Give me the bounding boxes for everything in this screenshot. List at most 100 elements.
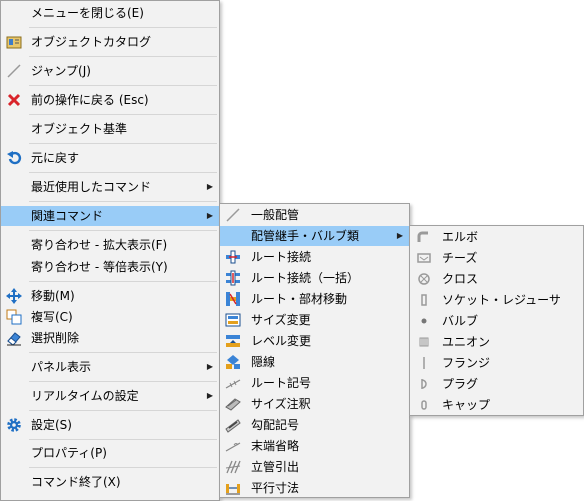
menu-item-riser-lead[interactable]: 立管引出: [220, 457, 409, 477]
menu-separator: [29, 27, 217, 28]
menu-item-elbow[interactable]: エルボ: [410, 227, 583, 247]
menu-item-label: ジャンプ(J): [31, 64, 91, 78]
menu-item-socket-reducer[interactable]: ソケット・レジューサ: [410, 290, 583, 310]
fittings-valves-submenu: エルボ チーズ クロス ソケット・レジューサ バルブ ユニオン フランジ プラグ…: [409, 225, 584, 416]
level-change-icon: [225, 333, 241, 349]
menu-item-label: オブジェクトカタログ: [31, 35, 152, 49]
menu-item-label: サイズ変更: [251, 313, 311, 327]
menu-item-general-pipe[interactable]: 一般配管: [220, 205, 409, 225]
menu-item-label: プラグ: [442, 377, 479, 391]
menu-item-valve[interactable]: バルブ: [410, 311, 583, 331]
menu-item-parallel-dimension[interactable]: 平行寸法: [220, 478, 409, 498]
menu-item-label: レベル変更: [251, 334, 312, 348]
catalog-icon: [6, 34, 22, 50]
valve-icon: [416, 313, 432, 329]
menu-separator: [29, 85, 217, 86]
submenu-arrow-icon: ▶: [396, 231, 403, 240]
menu-item-label: フランジ: [442, 356, 491, 370]
menu-item-jump[interactable]: ジャンプ(J): [1, 61, 219, 81]
menu-item-zoom-fit-enlarge[interactable]: 寄り合わせ - 拡大表示(F): [1, 235, 219, 255]
copy-icon: [6, 309, 22, 325]
submenu-arrow-icon: ▶: [206, 182, 213, 191]
menu-item-tee[interactable]: チーズ: [410, 248, 583, 268]
menu-item-realtime-settings[interactable]: リアルタイムの設定 ▶: [1, 386, 219, 406]
tee-icon: [416, 250, 432, 266]
move-icon: [6, 288, 22, 304]
menu-item-move[interactable]: 移動(M): [1, 286, 219, 306]
route-connect-batch-icon: [225, 270, 241, 286]
menu-item-label: メニューを閉じる(E): [31, 6, 144, 20]
undo-icon: [6, 150, 22, 166]
menu-item-properties[interactable]: プロパティ(P): [1, 443, 219, 463]
menu-separator: [29, 352, 217, 353]
parallel-dimension-icon: [225, 480, 241, 496]
menu-item-recent-commands[interactable]: 最近使用したコマンド ▶: [1, 177, 219, 197]
menu-item-label: 設定(S): [31, 418, 72, 432]
menu-item-label: パネル表示: [31, 360, 92, 374]
menu-item-label: ルート接続（一括）: [251, 271, 360, 285]
menu-item-delete-selection[interactable]: 選択削除: [1, 328, 219, 348]
menu-item-route-connect-batch[interactable]: ルート接続（一括）: [220, 268, 409, 288]
menu-item-label: バルブ: [442, 314, 479, 328]
menu-item-label: リアルタイムの設定: [31, 389, 139, 403]
menu-item-label: 元に戻す: [31, 151, 80, 165]
menu-item-label: コマンド終了(X): [31, 475, 121, 489]
submenu-arrow-icon: ▶: [206, 391, 213, 400]
menu-item-size-annotation[interactable]: サイズ注釈: [220, 394, 409, 414]
menu-item-revert[interactable]: 元に戻す: [1, 148, 219, 168]
menu-item-union[interactable]: ユニオン: [410, 332, 583, 352]
menu-item-size-change[interactable]: サイズ変更: [220, 310, 409, 330]
cross-icon: [416, 271, 432, 287]
menu-item-cap[interactable]: キャップ: [410, 395, 583, 415]
menu-item-fittings-valves[interactable]: 配管継手・バルブ類 ▶: [220, 226, 409, 246]
menu-item-label: 最近使用したコマンド: [31, 180, 152, 194]
menu-item-label: 寄り合わせ - 拡大表示(F): [31, 238, 168, 252]
cap-icon: [416, 397, 432, 413]
menu-item-cross[interactable]: クロス: [410, 269, 583, 289]
menu-item-copy[interactable]: 複写(C): [1, 307, 219, 327]
menu-item-object-catalog[interactable]: オブジェクトカタログ: [1, 32, 219, 52]
submenu-arrow-icon: ▶: [206, 362, 213, 371]
menu-item-level-change[interactable]: レベル変更: [220, 331, 409, 351]
general-pipe-icon: [225, 207, 241, 223]
menu-item-close-menu[interactable]: メニューを閉じる(E): [1, 3, 219, 23]
menu-item-label: エルボ: [442, 230, 479, 244]
menu-item-label: 配管継手・バルブ類: [251, 229, 360, 243]
menu-item-route-connect[interactable]: ルート接続: [220, 247, 409, 267]
end-omit-icon: [225, 438, 241, 454]
submenu-arrow-icon: ▶: [206, 211, 213, 220]
riser-lead-icon: [225, 459, 241, 475]
menu-item-label: 前の操作に戻る (Esc): [31, 93, 149, 107]
menu-item-panel-display[interactable]: パネル表示 ▶: [1, 357, 219, 377]
slope-symbol-icon: [225, 417, 241, 433]
menu-item-route-symbol[interactable]: ルート記号: [220, 373, 409, 393]
menu-separator: [29, 172, 217, 173]
menu-item-label: オブジェクト基準: [31, 122, 128, 136]
menu-separator: [29, 410, 217, 411]
route-move-icon: [225, 291, 241, 307]
menu-item-label: プロパティ(P): [31, 446, 107, 460]
menu-item-plug[interactable]: プラグ: [410, 374, 583, 394]
plug-icon: [416, 376, 432, 392]
menu-item-route-move[interactable]: ルート・部材移動: [220, 289, 409, 309]
menu-item-label: ルート・部材移動: [251, 292, 348, 306]
menu-item-zoom-fit-actual[interactable]: 寄り合わせ - 等倍表示(Y): [1, 257, 219, 277]
menu-item-label: ソケット・レジューサ: [442, 293, 561, 307]
menu-item-slope-symbol[interactable]: 勾配記号: [220, 415, 409, 435]
menu-item-end-omit[interactable]: 末端省略: [220, 436, 409, 456]
menu-item-undo-operation[interactable]: 前の操作に戻る (Esc): [1, 90, 219, 110]
hidden-line-icon: [225, 354, 241, 370]
menu-item-flange[interactable]: フランジ: [410, 353, 583, 373]
menu-item-label: 関連コマンド: [31, 209, 104, 223]
menu-item-hidden-line[interactable]: 隠線: [220, 352, 409, 372]
menu-item-end-command[interactable]: コマンド終了(X): [1, 472, 219, 492]
menu-item-label: 一般配管: [251, 208, 300, 222]
menu-item-label: 隠線: [251, 355, 276, 369]
menu-item-label: 平行寸法: [251, 481, 300, 495]
menu-item-settings[interactable]: 設定(S): [1, 415, 219, 435]
menu-item-label: ルート記号: [251, 376, 312, 390]
context-menu: メニューを閉じる(E) オブジェクトカタログ ジャンプ(J) 前の操作に戻る (…: [0, 0, 220, 501]
eraser-icon: [6, 330, 22, 346]
menu-item-object-reference[interactable]: オブジェクト基準: [1, 119, 219, 139]
menu-item-related-commands[interactable]: 関連コマンド ▶: [1, 206, 219, 226]
